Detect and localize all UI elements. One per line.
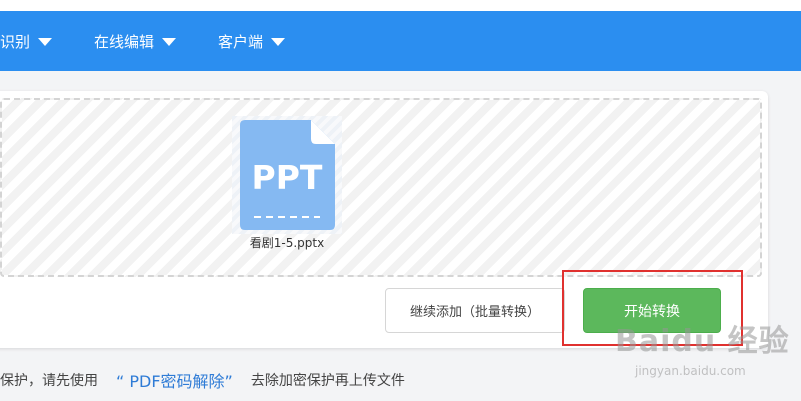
watermark-logo: Baidu 经验 xyxy=(615,324,790,359)
hint-text: 保护，请先使用 “ PDF密码解除” 去除加密保护再上传文件 xyxy=(0,368,405,392)
ppt-file-icon: PPT xyxy=(240,120,335,230)
pdf-password-remove-link[interactable]: “ PDF密码解除” xyxy=(116,368,233,392)
file-type-text: PPT xyxy=(252,158,323,197)
nav-item-recognition[interactable]: 识别 xyxy=(0,11,53,71)
caret-down-icon xyxy=(38,38,53,46)
nav-item-online-edit[interactable]: 在线编辑 xyxy=(94,11,177,71)
nav-item-label: 客户端 xyxy=(218,32,264,51)
top-navbar: 识别 在线编辑 客户端 xyxy=(0,11,801,71)
nav-item-label: 识别 xyxy=(0,32,31,51)
hint-prefix: 保护，请先使用 xyxy=(0,373,98,389)
baidu-jingyan-watermark: Baidu 经验 jingyan.baidu.com xyxy=(615,316,795,386)
caret-down-icon xyxy=(162,38,177,46)
top-strip xyxy=(0,0,801,11)
caret-down-icon xyxy=(271,38,286,46)
nav-item-client[interactable]: 客户端 xyxy=(218,11,286,71)
nav-item-label: 在线编辑 xyxy=(94,32,155,51)
file-name: 看剧1-5.pptx xyxy=(249,236,325,250)
add-more-button[interactable]: 继续添加（批量转换） xyxy=(385,288,565,333)
file-dropzone[interactable] xyxy=(0,98,762,277)
hint-suffix: 去除加密保护再上传文件 xyxy=(250,373,405,389)
watermark-url: jingyan.baidu.com xyxy=(635,364,746,378)
